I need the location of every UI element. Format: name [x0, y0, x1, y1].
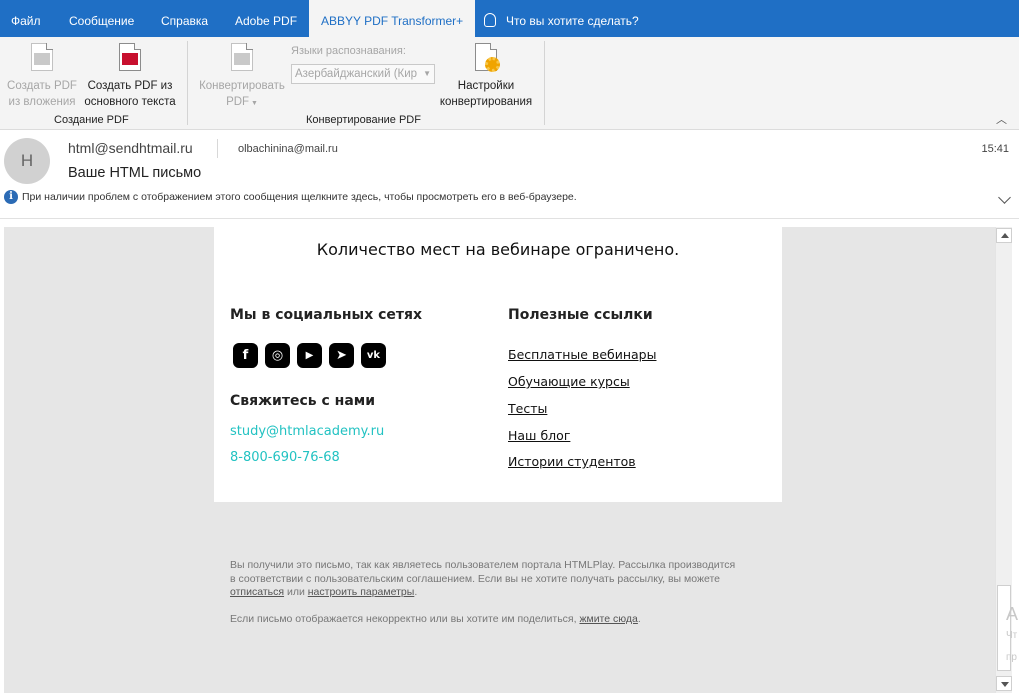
youtube-icon[interactable]: ▶	[297, 343, 322, 368]
ribbon-separator	[544, 41, 545, 125]
scroll-up-button[interactable]	[996, 228, 1012, 243]
contact-phone-link[interactable]: 8-800-690-76-68	[230, 450, 340, 465]
button-label-line2: PDF	[226, 96, 250, 108]
ribbon-tab-bar: Файл Сообщение Справка Adobe PDF ABBYY P…	[0, 0, 1019, 37]
button-label-line2: основного текста	[84, 96, 176, 108]
convert-pdf-button[interactable]: Конвертировать PDF ▼	[194, 42, 290, 112]
selected-language: Азербайджанский (Кир	[295, 68, 418, 80]
vk-icon[interactable]: vk	[361, 343, 386, 368]
button-label-line2: конвертирования	[439, 96, 533, 108]
footer-text: или	[286, 586, 305, 598]
telegram-icon[interactable]: ➤	[329, 343, 354, 368]
edge-text: А	[1006, 604, 1019, 624]
link-courses[interactable]: Обучающие курсы	[508, 374, 630, 389]
conversion-settings-button[interactable]: Настройки конвертирования	[433, 42, 539, 110]
edge-text: пр	[1006, 652, 1017, 663]
button-label-line1: Конвертировать	[199, 80, 285, 92]
footer-text: Если письмо отображается некорректно или…	[230, 613, 577, 625]
footer-share-text: Если письмо отображается некорректно или…	[230, 613, 641, 625]
tab-file[interactable]: Файл	[11, 0, 41, 37]
ribbon-panel: Создать PDF из вложения Создать PDF из о…	[0, 37, 1019, 130]
social-section-title: Мы в социальных сетях	[230, 307, 423, 323]
link-tests[interactable]: Тесты	[508, 401, 547, 416]
button-label-line2: из вложения	[8, 96, 76, 108]
view-in-browser-infobar[interactable]: При наличии проблем с отображением этого…	[22, 191, 577, 203]
dropdown-arrow-icon: ▼	[249, 100, 258, 107]
view-online-link[interactable]: жмите сюда	[579, 613, 637, 625]
group-label-convert-pdf: Конвертирование PDF	[306, 114, 421, 126]
link-student-stories[interactable]: Истории студентов	[508, 454, 636, 469]
contact-email-link[interactable]: study@htmlacademy.ru	[230, 424, 384, 439]
link-blog[interactable]: Наш блог	[508, 428, 570, 443]
header-separator	[217, 139, 218, 158]
email-headline: Количество мест на вебинаре ограничено.	[316, 240, 680, 259]
facebook-icon[interactable]: f	[233, 343, 258, 368]
recognition-languages-label: Языки распознавания:	[291, 45, 406, 57]
recipient-address[interactable]: olbachinina@mail.ru	[238, 143, 338, 155]
footer-text: Вы получили это письмо, так как являетес…	[230, 559, 736, 585]
message-time: 15:41	[981, 143, 1009, 155]
info-icon: i	[4, 190, 18, 204]
tab-adobe-pdf[interactable]: Adobe PDF	[235, 0, 297, 37]
contact-section-title: Свяжитесь с нами	[230, 393, 376, 409]
convert-document-icon	[227, 42, 257, 74]
email-content-card: Количество мест на вебинаре ограничено. …	[214, 227, 782, 502]
lightbulb-icon	[484, 13, 496, 27]
links-section-title: Полезные ссылки	[508, 307, 653, 323]
unsubscribe-link[interactable]: отписаться	[230, 586, 284, 598]
scroll-down-button[interactable]	[996, 676, 1012, 691]
collapse-ribbon-icon[interactable]: ︿	[996, 111, 1007, 127]
recognition-language-select[interactable]: Азербайджанский (Кир ▼	[291, 64, 435, 84]
message-subject: Ваше HTML письмо	[68, 165, 202, 181]
footer-unsubscribe-text: Вы получили это письмо, так как являетес…	[230, 559, 736, 598]
button-label-line1: Создать PDF из	[87, 80, 173, 92]
pdf-attachment-icon	[27, 42, 57, 74]
instagram-icon[interactable]: ◎	[265, 343, 290, 368]
ribbon-separator	[187, 41, 188, 125]
button-label-line1: Создать PDF	[7, 80, 77, 92]
pdf-document-icon	[115, 42, 145, 74]
chevron-down-icon: ▼	[423, 69, 431, 78]
tab-help[interactable]: Справка	[161, 0, 208, 37]
group-label-create-pdf: Создание PDF	[54, 114, 129, 126]
button-label-line1: Настройки	[457, 80, 515, 92]
sender-avatar: H	[4, 138, 50, 184]
link-free-webinars[interactable]: Бесплатные вебинары	[508, 347, 656, 362]
tab-abbyy-pdf-transformer[interactable]: ABBYY PDF Transformer+	[309, 0, 476, 37]
tab-message[interactable]: Сообщение	[69, 0, 134, 37]
header-divider	[0, 218, 1019, 219]
tell-me-search[interactable]: Что вы хотите сделать?	[484, 0, 639, 37]
create-pdf-from-attachment-button[interactable]: Создать PDF из вложения	[6, 42, 78, 110]
edge-text: Чт	[1006, 630, 1018, 641]
sender-address[interactable]: html@sendhtmail.ru	[68, 140, 193, 156]
tell-me-label: Что вы хотите сделать?	[506, 14, 639, 28]
chevron-down-icon[interactable]	[998, 191, 1011, 204]
create-pdf-from-text-button[interactable]: Создать PDF из основного текста	[80, 42, 180, 110]
settings-document-icon	[471, 42, 501, 74]
settings-link[interactable]: настроить параметры	[308, 586, 415, 598]
